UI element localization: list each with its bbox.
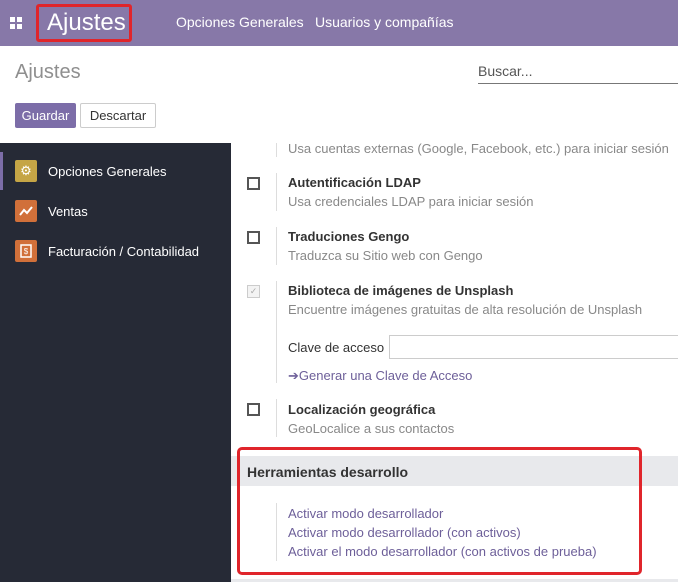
sidebar-item-label: Ventas xyxy=(48,204,88,219)
setting-description: GeoLocalice a sus contactos xyxy=(288,421,455,436)
gengo-checkbox[interactable] xyxy=(247,231,260,244)
setting-description: Usa credenciales LDAP para iniciar sesió… xyxy=(288,194,534,209)
sidebar-item-invoicing[interactable]: $ Facturación / Contabilidad xyxy=(0,232,231,270)
link-label: Generar una Clave de Acceso xyxy=(298,368,473,383)
save-button[interactable]: Guardar xyxy=(15,103,76,128)
geolocation-checkbox[interactable] xyxy=(247,403,260,416)
nav-general-settings[interactable]: Opciones Generales xyxy=(176,14,304,30)
access-key-input[interactable] xyxy=(389,335,678,359)
divider xyxy=(276,281,277,383)
sidebar-item-label: Opciones Generales xyxy=(48,164,167,179)
page-title: Ajustes xyxy=(15,61,81,83)
nav-users-companies[interactable]: Usuarios y compañías xyxy=(315,14,454,30)
divider xyxy=(276,143,277,157)
setting-description: Traduzca su Sitio web con Gengo xyxy=(288,248,483,263)
developer-tools-section-header: Herramientas desarrollo xyxy=(231,456,678,486)
arrow-right-icon: ➔ xyxy=(288,368,299,383)
setting-title-gengo: Traduciones Gengo xyxy=(288,229,410,244)
activate-developer-mode-link[interactable]: Activar modo desarrollador xyxy=(288,506,443,521)
setting-description: Encuentre imágenes gratuitas de alta res… xyxy=(288,302,643,317)
divider xyxy=(276,503,277,561)
access-key-label: Clave de acceso xyxy=(288,340,385,355)
top-navbar: Ajustes Opciones Generales Usuarios y co… xyxy=(0,0,678,46)
divider xyxy=(276,173,277,211)
app-title[interactable]: Ajustes xyxy=(36,4,132,42)
activate-developer-mode-test-assets-link[interactable]: Activar el modo desarrollador (con activ… xyxy=(288,544,597,559)
gear-icon: ⚙ xyxy=(15,160,37,182)
generate-access-key-link[interactable]: ➔Generar una Clave de Acceso xyxy=(288,368,472,384)
search-input[interactable] xyxy=(478,58,678,84)
sidebar-item-label: Facturación / Contabilidad xyxy=(48,244,200,259)
settings-sidebar: ⚙ Opciones Generales Ventas $ Facturació… xyxy=(0,143,231,582)
sidebar-item-general-settings[interactable]: ⚙ Opciones Generales xyxy=(0,152,231,190)
svg-text:$: $ xyxy=(24,247,29,256)
apps-menu-icon[interactable] xyxy=(10,17,22,29)
unsplash-checkbox[interactable]: ✓ xyxy=(247,285,260,298)
sidebar-item-sales[interactable]: Ventas xyxy=(0,192,231,230)
setting-description: Usa cuentas externas (Google, Facebook, … xyxy=(288,143,669,156)
divider xyxy=(276,227,277,265)
discard-button[interactable]: Descartar xyxy=(80,103,156,128)
invoice-icon: $ xyxy=(15,240,37,262)
ldap-checkbox[interactable] xyxy=(247,177,260,190)
divider xyxy=(276,399,277,437)
activate-developer-mode-assets-link[interactable]: Activar modo desarrollador (con activos) xyxy=(288,525,521,540)
setting-title-ldap: Autentificación LDAP xyxy=(288,175,421,190)
setting-title-geolocation: Localización geográfica xyxy=(288,402,436,417)
setting-title-unsplash: Biblioteca de imágenes de Unsplash xyxy=(288,283,514,298)
settings-content: Usa cuentas externas (Google, Facebook, … xyxy=(231,143,678,582)
section-title: Herramientas desarrollo xyxy=(247,464,409,480)
chart-icon xyxy=(15,200,37,222)
